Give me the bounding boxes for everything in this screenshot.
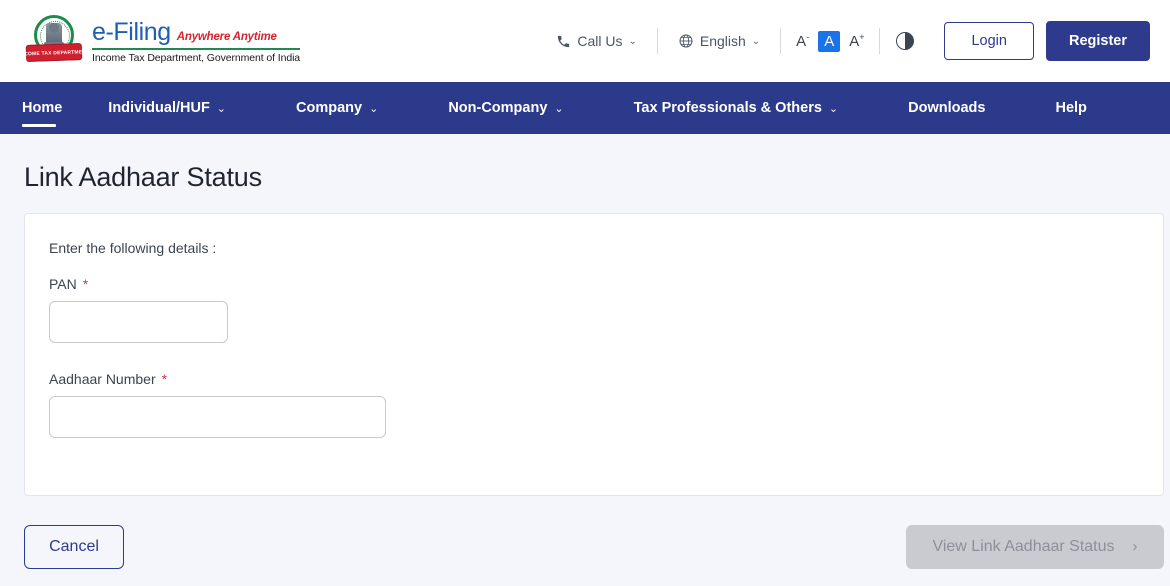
language-label: English <box>699 33 746 49</box>
submit-label: View Link Aadhaar Status <box>932 537 1115 555</box>
cancel-button[interactable]: Cancel <box>24 524 124 569</box>
header-divider-2 <box>780 28 782 54</box>
chevron-down-icon: ⌄ <box>216 102 227 115</box>
nav-label: Non-Company <box>448 100 548 116</box>
nav-label: Tax Professionals & Others <box>633 100 822 116</box>
income-tax-emblem-icon: INCOME TAX DEPARTMENT <box>19 14 89 68</box>
site-header: INCOME TAX DEPARTMENT e-Filing Anywhere … <box>0 0 1170 82</box>
brand-subtitle: Income Tax Department, Government of Ind… <box>92 48 300 64</box>
phone-icon <box>558 35 570 47</box>
nav-label: Individual/HUF <box>108 100 210 116</box>
chevron-down-icon: ⌄ <box>628 35 637 47</box>
chevron-down-icon: ⌄ <box>554 102 564 115</box>
header-divider-1 <box>656 28 658 54</box>
brand-tagline: Anywhere Anytime <box>176 31 277 44</box>
font-decrease-button[interactable]: A- <box>787 30 818 52</box>
ashoka-lion-icon <box>44 23 64 47</box>
nav-label: Help <box>1055 100 1087 116</box>
font-normal-label: A <box>824 32 835 50</box>
brand-text: e-Filing Anywhere Anytime Income Tax Dep… <box>92 18 300 64</box>
globe-icon <box>679 34 693 48</box>
chevron-down-icon: ⌄ <box>369 102 379 115</box>
pan-field-label: PAN * <box>49 276 1163 292</box>
nav-item-help[interactable]: Help <box>1055 82 1114 134</box>
header-divider-3 <box>879 28 881 54</box>
aadhaar-field-label: Aadhaar Number * <box>49 371 1163 387</box>
nav-label: Home <box>22 100 63 116</box>
font-decrease-label: A <box>796 33 807 50</box>
chevron-down-icon: ⌄ <box>828 102 839 115</box>
register-button[interactable]: Register <box>1045 21 1150 61</box>
language-menu[interactable]: English ⌄ <box>664 33 774 49</box>
font-increase-sup: + <box>859 32 865 42</box>
required-asterisk: * <box>161 371 168 387</box>
brand-logo[interactable]: INCOME TAX DEPARTMENT e-Filing Anywhere … <box>19 14 300 68</box>
font-increase-label: A <box>849 33 860 50</box>
main-navigation: Home Individual/HUF ⌄ Company ⌄ Non-Comp… <box>0 82 1170 134</box>
chevron-down-icon: ⌄ <box>751 35 761 47</box>
nav-item-downloads[interactable]: Downloads <box>908 82 1013 134</box>
font-increase-button[interactable]: A+ <box>840 30 873 52</box>
nav-item-home[interactable]: Home <box>22 82 62 134</box>
aadhaar-label-text: Aadhaar Number <box>49 371 156 387</box>
call-us-menu[interactable]: Call Us ⌄ <box>542 33 651 49</box>
header-tools: Call Us ⌄ English ⌄ A- A A+ Login Regist… <box>542 0 1150 82</box>
call-us-label: Call Us <box>577 33 623 49</box>
ribbon-banner: INCOME TAX DEPARTMENT <box>19 43 89 62</box>
nav-label: Company <box>296 100 363 116</box>
form-actions: Cancel View Link Aadhaar Status › <box>0 496 1170 577</box>
contrast-toggle-button[interactable] <box>886 32 930 50</box>
page-title: Link Aadhaar Status <box>24 162 262 192</box>
nav-item-non-company[interactable]: Non-Company ⌄ <box>448 82 591 134</box>
brand-title: e-Filing <box>92 18 171 47</box>
pan-input[interactable] <box>49 301 228 343</box>
font-normal-button[interactable]: A <box>818 30 841 52</box>
nav-item-individual-huf[interactable]: Individual/HUF ⌄ <box>108 82 254 134</box>
login-button[interactable]: Login <box>944 22 1034 60</box>
link-aadhaar-form-card: Enter the following details : PAN * Aadha… <box>24 213 1164 496</box>
ribbon-text: INCOME TAX DEPARTMENT <box>18 48 90 57</box>
required-asterisk: * <box>82 276 89 292</box>
form-instruction: Enter the following details : <box>49 240 217 256</box>
chevron-right-icon: › <box>1132 538 1138 555</box>
pan-label-text: PAN <box>49 276 77 292</box>
font-decrease-sup: - <box>806 32 810 42</box>
nav-label: Downloads <box>908 100 986 116</box>
contrast-icon <box>896 32 915 50</box>
nav-item-tax-professionals-others[interactable]: Tax Professionals & Others ⌄ <box>634 82 867 134</box>
aadhaar-number-input[interactable] <box>49 396 386 438</box>
view-link-aadhaar-status-button[interactable]: View Link Aadhaar Status › <box>906 524 1164 569</box>
nav-item-company[interactable]: Company ⌄ <box>296 82 406 134</box>
